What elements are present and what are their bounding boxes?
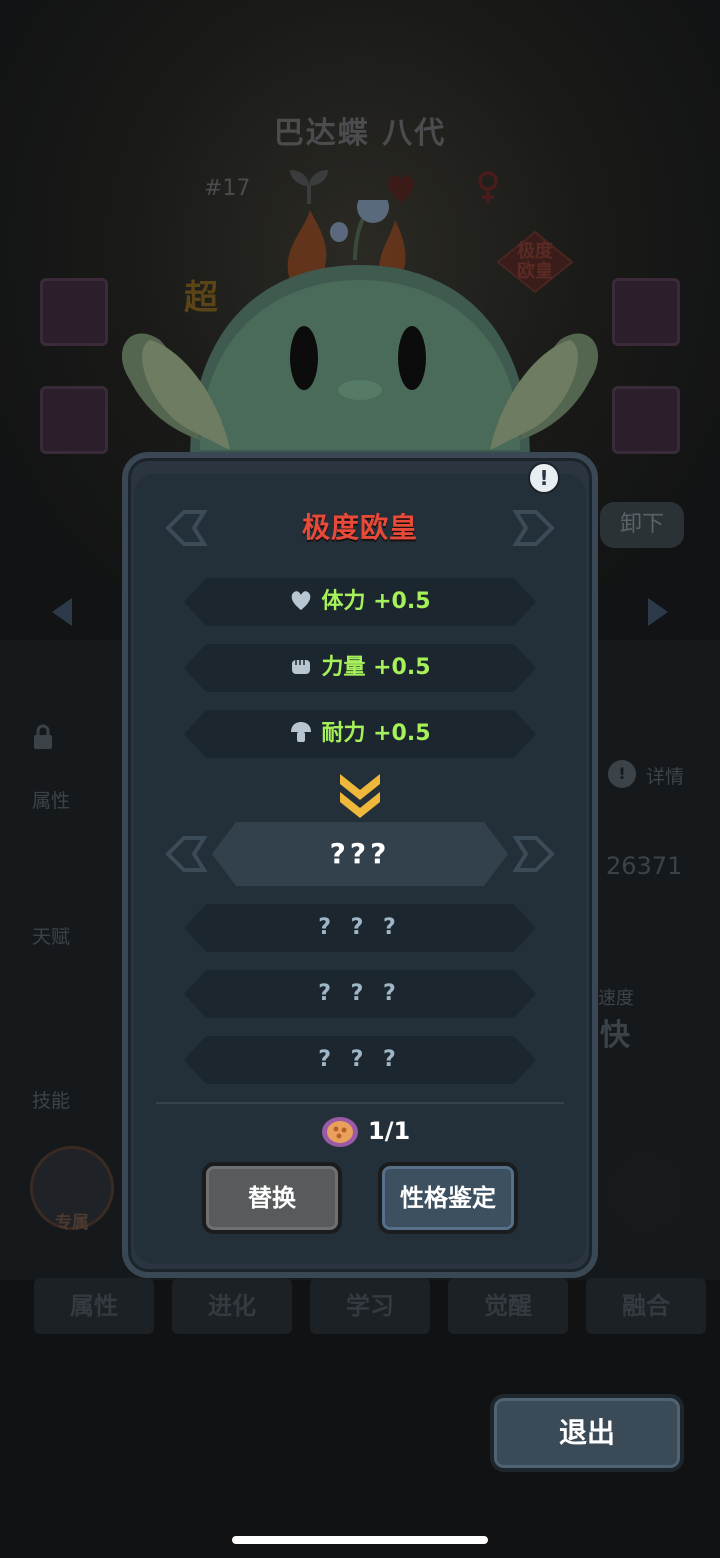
tab-fusion[interactable]: 融合 bbox=[586, 1278, 706, 1334]
token-count: 1/1 bbox=[368, 1117, 411, 1145]
panel-title: 极度欧皇 bbox=[301, 511, 418, 544]
trait-row: 耐力 +0.5 bbox=[184, 710, 536, 758]
fire-heart-icon bbox=[388, 175, 414, 202]
fist-icon bbox=[292, 660, 311, 674]
personality-appraise-button[interactable]: 性格鉴定 bbox=[378, 1162, 518, 1234]
new-personality-title: ??? bbox=[329, 837, 391, 870]
locked-skill-slot[interactable] bbox=[604, 1150, 688, 1234]
exclusive-label: 专属 bbox=[55, 1213, 89, 1233]
detail-link[interactable]: 详情 bbox=[646, 762, 684, 789]
trait-row: 力量 +0.5 bbox=[184, 644, 536, 692]
appraisal-token-icon bbox=[322, 1117, 358, 1147]
unequip-button[interactable]: 卸下 bbox=[600, 502, 684, 548]
pet-name: 巴达蝶 八代 bbox=[273, 116, 447, 151]
next-pet-arrow[interactable] bbox=[648, 598, 668, 626]
info-button[interactable]: ! bbox=[528, 462, 560, 494]
pet-number: #17 bbox=[204, 176, 251, 201]
tab-awaken[interactable]: 觉醒 bbox=[448, 1278, 568, 1334]
speed-value: 快 bbox=[600, 1018, 630, 1053]
unknown-trait-row: ? ? ? bbox=[318, 1047, 402, 1072]
stat-number: 26371 bbox=[606, 852, 683, 880]
talent-label: 天赋 bbox=[32, 926, 71, 948]
attributes-label: 属性 bbox=[32, 790, 71, 812]
trait-text: 耐力 +0.5 bbox=[321, 721, 431, 746]
trait-text: 体力 +0.5 bbox=[321, 589, 431, 614]
lock-icon bbox=[34, 724, 52, 749]
tab-evolve[interactable]: 进化 bbox=[172, 1278, 292, 1334]
tab-attributes[interactable]: 属性 bbox=[34, 1278, 154, 1334]
tab-learn[interactable]: 学习 bbox=[310, 1278, 430, 1334]
speed-label: 速度 bbox=[598, 988, 634, 1009]
replace-button[interactable]: 替换 bbox=[202, 1162, 342, 1234]
trait-row: 体力 +0.5 bbox=[184, 578, 536, 626]
panel-divider bbox=[156, 1102, 564, 1104]
mushroom-icon bbox=[291, 722, 312, 742]
exit-button[interactable]: 退出 bbox=[490, 1394, 684, 1472]
chevron-down-icon bbox=[340, 774, 380, 818]
trait-text: 力量 +0.5 bbox=[321, 655, 431, 680]
heart-icon bbox=[292, 591, 311, 610]
home-indicator bbox=[232, 1536, 488, 1544]
skills-label: 技能 bbox=[32, 1090, 71, 1112]
unknown-trait-row: ? ? ? bbox=[318, 915, 402, 940]
detail-info-icon[interactable]: ! bbox=[608, 760, 636, 788]
prev-pet-arrow[interactable] bbox=[52, 598, 72, 626]
unknown-trait-row: ? ? ? bbox=[318, 981, 402, 1006]
female-icon bbox=[478, 171, 498, 203]
